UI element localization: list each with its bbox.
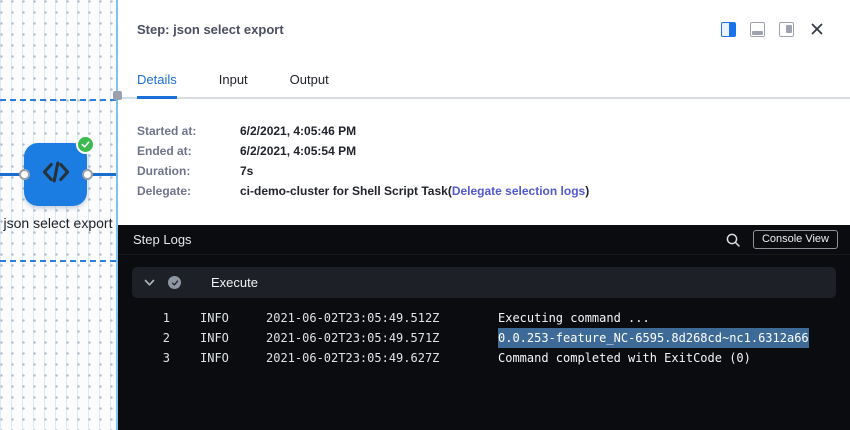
execute-section-label: Execute [211,275,258,290]
pipeline-step-node[interactable] [24,143,87,206]
details-section: Started at: 6/2/2021, 4:05:46 PM Ended a… [118,99,850,225]
log-timestamp: 2021-06-02T23:05:49.571Z [266,328,498,348]
log-lines: 1 INFO 2021-06-02T23:05:49.512Z Executin… [132,308,836,368]
node-label: json select export [0,213,116,233]
step-logs-header: Step Logs Console View [118,225,850,255]
window-controls [721,22,824,37]
tab-bar: Details Input Output [118,58,850,99]
detail-row-ended: Ended at: 6/2/2021, 4:05:54 PM [137,141,850,161]
detail-label: Started at: [137,121,240,141]
detail-row-duration: Duration: 7s [137,161,850,181]
detail-label: Ended at: [137,141,240,161]
detail-row-started: Started at: 6/2/2021, 4:05:46 PM [137,121,850,141]
log-level: INFO [200,328,266,348]
step-logs-panel: Step Logs Console View [118,225,850,430]
right-view-icon[interactable] [779,22,794,37]
step-detail-panel: Step: json select export Details Input O… [118,0,850,430]
detail-label: Duration: [137,161,240,181]
log-timestamp: 2021-06-02T23:05:49.627Z [266,348,498,368]
tab-input[interactable]: Input [219,72,248,97]
detail-value: 7s [240,161,253,181]
step-logs-actions: Console View [725,230,838,249]
detail-label: Delegate: [137,181,240,201]
log-level: INFO [200,308,266,328]
stage-boundary-line-bottom [0,260,116,262]
log-line-number: 1 [132,308,170,328]
log-timestamp: 2021-06-02T23:05:49.512Z [266,308,498,328]
log-message-highlighted: 0.0.253-feature_NC-6595.8d268cd~nc1.6312… [498,328,809,348]
app-window: json select export Step: json select exp… [0,0,850,430]
stage-boundary-line-top [0,99,116,101]
page-title: Step: json select export [137,22,284,37]
check-icon [76,135,95,154]
tab-details[interactable]: Details [137,72,177,99]
execute-section-header[interactable]: Execute [132,267,836,298]
chevron-down-icon[interactable] [144,279,155,287]
step-logs-body: Execute 1 INFO 2021-06-02T23:05:49.512Z … [118,255,850,380]
detail-value: 6/2/2021, 4:05:54 PM [240,141,356,161]
log-line: 3 INFO 2021-06-02T23:05:49.627Z Command … [132,348,836,368]
panel-resize-handle[interactable] [113,91,122,100]
delegate-value-text: ci-demo-cluster for Shell Script Task( [240,184,452,198]
log-line: 1 INFO 2021-06-02T23:05:49.512Z Executin… [132,308,836,328]
pipeline-graph-sidebar: json select export [0,0,118,430]
split-view-icon[interactable] [721,22,736,37]
bottom-view-icon[interactable] [750,22,765,37]
delegate-value-suffix: ) [585,184,589,198]
detail-value: ci-demo-cluster for Shell Script Task(De… [240,181,589,201]
tab-output[interactable]: Output [290,72,329,97]
code-icon [39,157,73,192]
log-message: Command completed with ExitCode (0) [498,348,751,368]
log-line-number: 3 [132,348,170,368]
check-circle-icon [168,276,181,289]
step-logs-title: Step Logs [133,232,192,247]
log-line: 2 INFO 2021-06-02T23:05:49.571Z 0.0.253-… [132,328,836,348]
log-level: INFO [200,348,266,368]
node-input-port [19,169,30,180]
node-output-port [82,169,93,180]
log-line-number: 2 [132,328,170,348]
panel-header: Step: json select export [118,0,850,58]
detail-row-delegate: Delegate: ci-demo-cluster for Shell Scri… [137,181,850,201]
detail-value: 6/2/2021, 4:05:46 PM [240,121,356,141]
search-icon[interactable] [725,232,741,248]
log-message: Executing command ... [498,308,650,328]
console-view-button[interactable]: Console View [753,230,838,249]
delegate-selection-logs-link[interactable]: Delegate selection logs [452,184,585,198]
close-icon[interactable] [810,22,824,36]
